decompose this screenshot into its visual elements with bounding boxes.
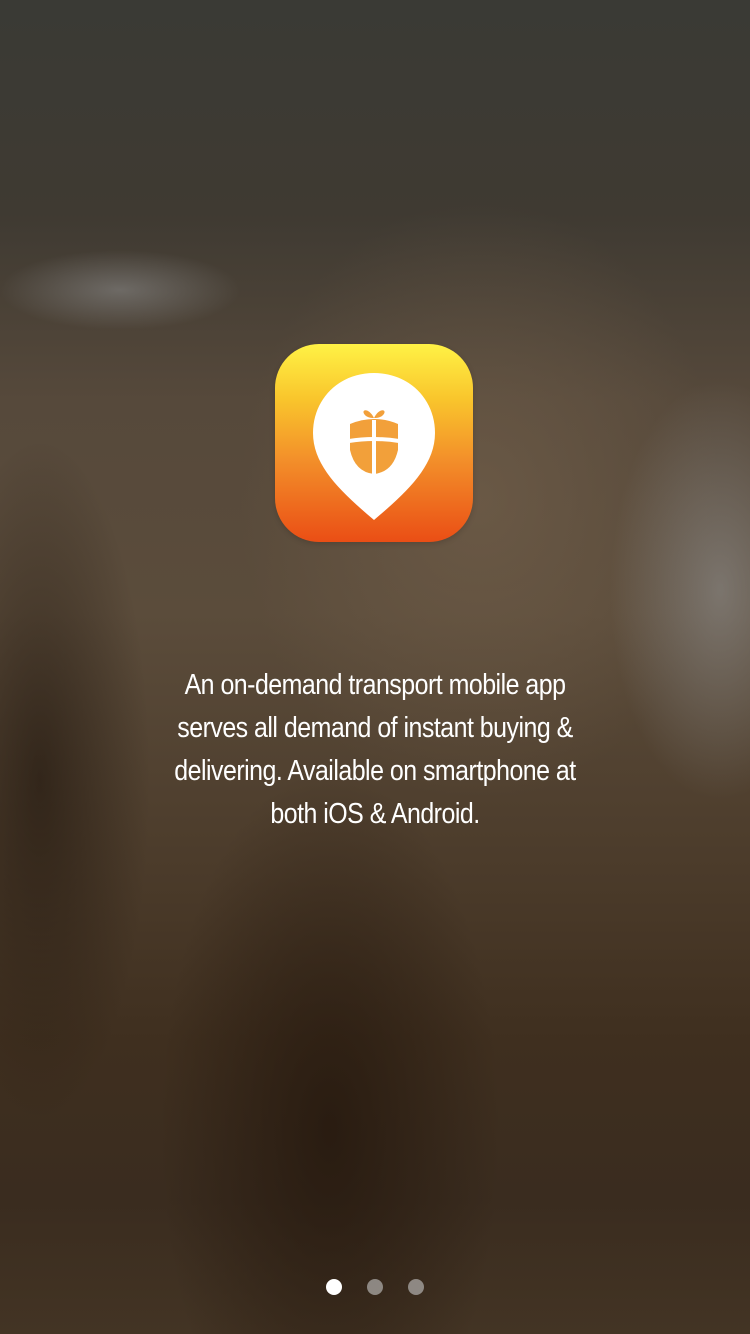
onboarding-description: An on-demand transport mobile app serves… xyxy=(174,669,576,830)
gift-location-pin-icon xyxy=(313,373,435,520)
page-dot-1[interactable] xyxy=(326,1279,342,1295)
app-logo xyxy=(275,344,473,542)
page-dot-3[interactable] xyxy=(408,1279,424,1295)
page-indicator xyxy=(0,1279,750,1295)
page-dot-2[interactable] xyxy=(367,1279,383,1295)
